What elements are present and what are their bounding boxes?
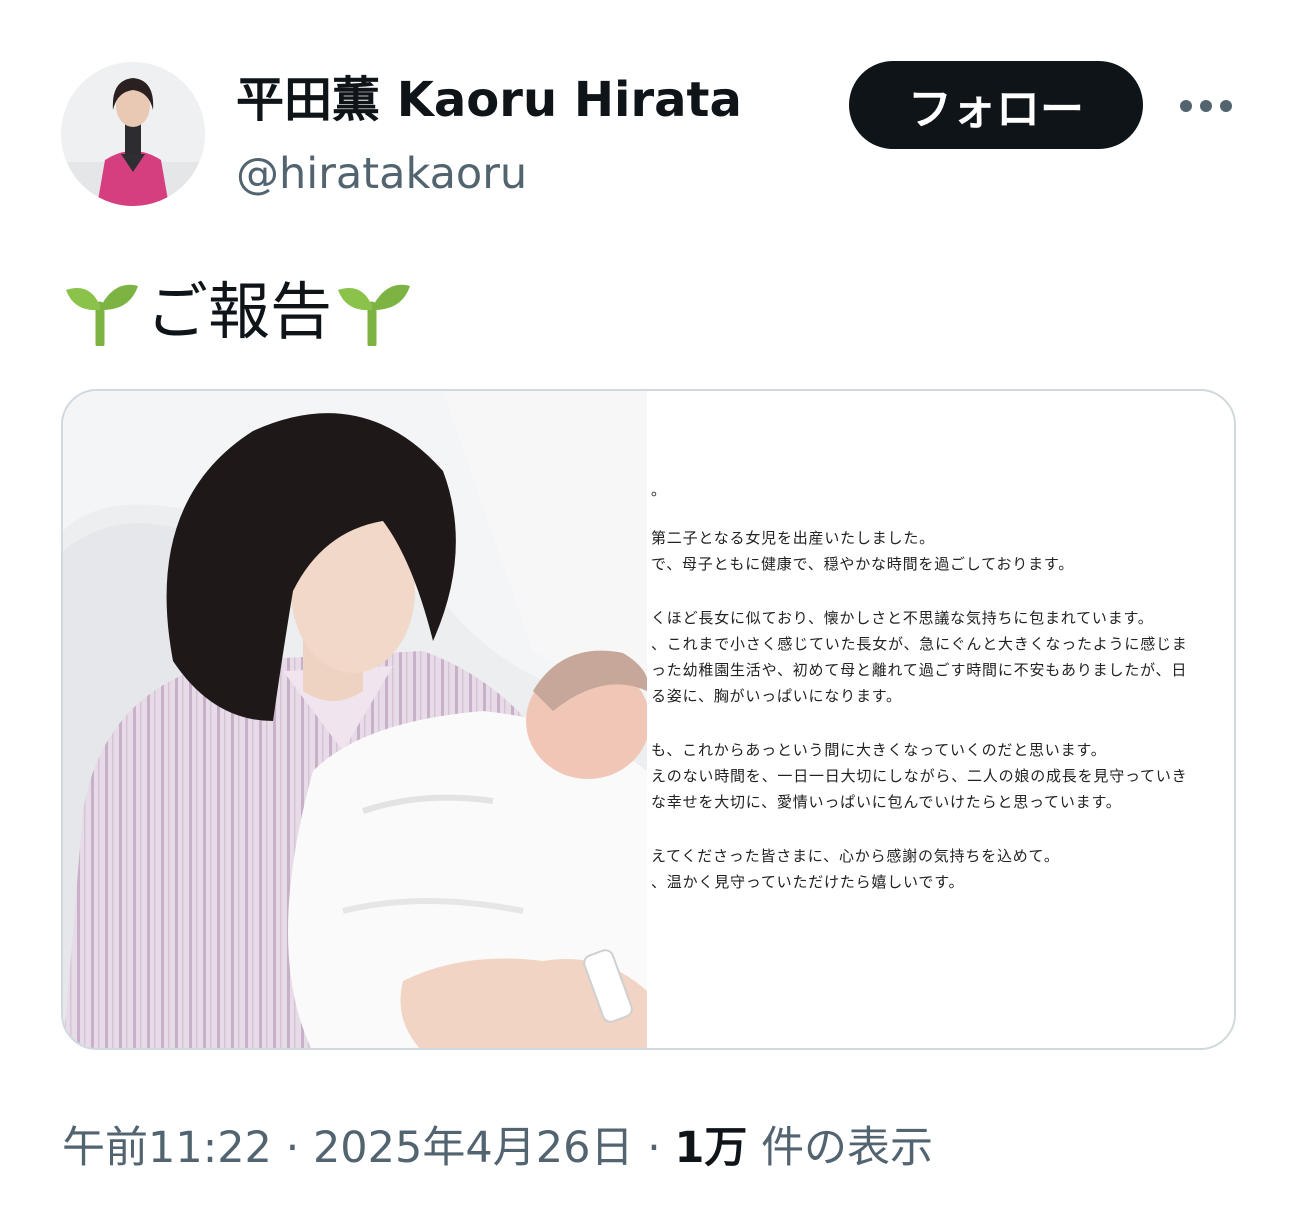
- meta-separator: ·: [633, 1123, 675, 1173]
- views-label: 件の表示: [761, 1123, 934, 1173]
- more-options-button[interactable]: [1176, 86, 1236, 126]
- letter-line: った幼稚園生活や、初めて母と離れて過ごす時間に不安もありましたが、日: [651, 661, 1188, 679]
- seedling-icon: [66, 284, 138, 346]
- views-count[interactable]: 1万: [674, 1123, 747, 1173]
- author-display-name[interactable]: 平田薫 Kaoru Hirata: [236, 70, 742, 130]
- author-avatar[interactable]: [61, 62, 205, 206]
- letter-line: も、これからあっという間に大きくなっていくのだと思います。: [651, 741, 1107, 759]
- tweet-date[interactable]: 2025年4月26日: [313, 1123, 634, 1173]
- tweet-text: ご報告: [64, 266, 412, 348]
- letter-line: 、温かく見守っていただけたら嬉しいです。: [651, 873, 965, 891]
- letter-line: えてくださった皆さまに、心から感謝の気持ちを込めて。: [651, 847, 1060, 865]
- profile-photo: [61, 62, 205, 206]
- follow-button[interactable]: フォロー: [849, 61, 1143, 149]
- letter-line: 第二子となる女児を出産いたしました。: [651, 529, 935, 547]
- letter-line: えのない時間を、一日一日大切にしながら、二人の娘の成長を見守っていき: [651, 767, 1188, 785]
- tweet-time[interactable]: 午前11:22: [62, 1123, 272, 1173]
- letter-line: で、母子ともに健康で、穏やかな時間を過ごしております。: [651, 555, 1075, 573]
- tweet-meta: 午前11:22 · 2025年4月26日 · 1万 件の表示: [62, 1118, 933, 1178]
- seedling-icon: [338, 284, 411, 346]
- mother-holding-newborn-photo[interactable]: [63, 391, 647, 1050]
- tweet-media[interactable]: 。 第二子となる女児を出産いたしました。 で、母子ともに健康で、穏やかな時間を過…: [61, 389, 1236, 1050]
- tweet-text-body: ご報告: [146, 275, 333, 348]
- meta-separator: ·: [271, 1123, 313, 1173]
- letter-line: る姿に、胸がいっぱいになります。: [651, 687, 902, 705]
- letter-line: 。: [651, 481, 667, 499]
- letter-line: 、これまで小さく感じていた長女が、急にぐんと大きくなったように感じま: [651, 635, 1188, 653]
- letter-line: くほど長女に似ており、懐かしさと不思議な気持ちに包まれています。: [651, 609, 1154, 627]
- letter-line: な幸せを大切に、愛情いっぱいに包んでいけたらと思っています。: [651, 793, 1122, 811]
- author-handle[interactable]: @hiratakaoru: [236, 146, 527, 202]
- more-horizontal-icon: [1180, 100, 1232, 112]
- announcement-letter: 。 第二子となる女児を出産いたしました。 で、母子ともに健康で、穏やかな時間を過…: [647, 391, 1234, 1048]
